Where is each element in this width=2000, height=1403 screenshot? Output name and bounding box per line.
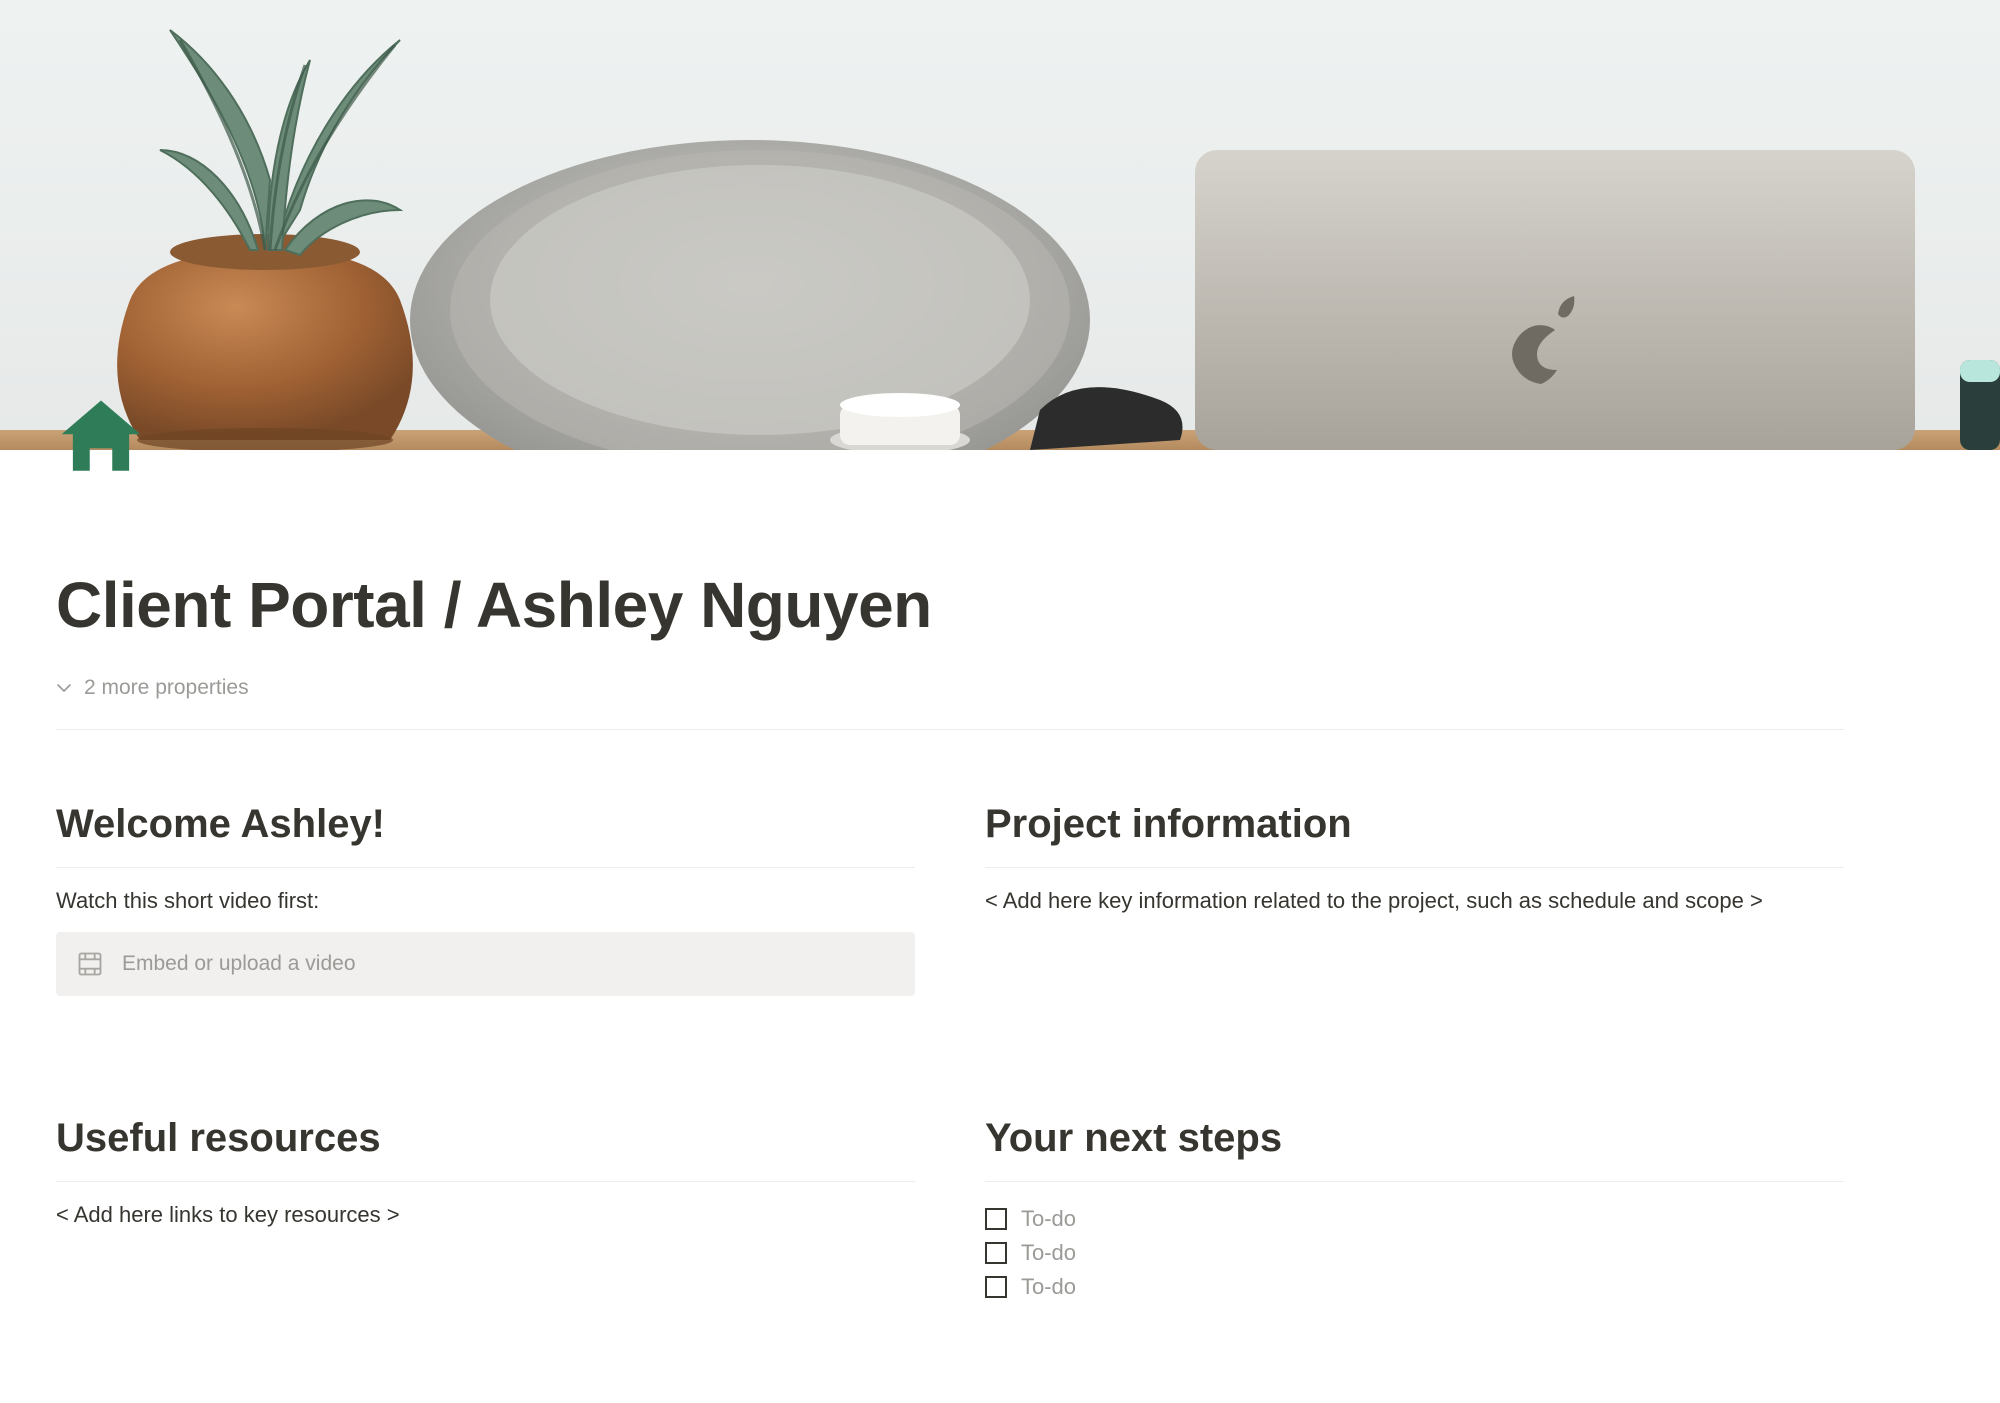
project-info-section: Project information < Add here key infor… — [985, 802, 1844, 996]
todo-label: To-do — [1021, 1274, 1076, 1300]
chevron-down-icon — [56, 680, 72, 696]
divider — [56, 729, 1844, 730]
todo-item[interactable]: To-do — [985, 1270, 1844, 1304]
cover-image — [0, 0, 2000, 450]
welcome-heading[interactable]: Welcome Ashley! — [56, 802, 915, 868]
project-info-heading[interactable]: Project information — [985, 802, 1844, 868]
film-icon — [76, 950, 104, 978]
next-steps-heading[interactable]: Your next steps — [985, 1116, 1844, 1182]
useful-resources-section: Useful resources < Add here links to key… — [56, 1116, 915, 1304]
more-properties-toggle[interactable]: 2 more properties — [56, 676, 249, 700]
house-icon — [56, 392, 146, 482]
welcome-section: Welcome Ashley! Watch this short video f… — [56, 802, 915, 996]
todo-list: To-do To-do To-do — [985, 1202, 1844, 1304]
video-embed-block[interactable]: Embed or upload a video — [56, 932, 915, 996]
todo-label: To-do — [1021, 1206, 1076, 1232]
project-info-body[interactable]: < Add here key information related to th… — [985, 888, 1844, 914]
checkbox[interactable] — [985, 1208, 1007, 1230]
useful-resources-body[interactable]: < Add here links to key resources > — [56, 1202, 915, 1228]
useful-resources-heading[interactable]: Useful resources — [56, 1116, 915, 1182]
checkbox[interactable] — [985, 1242, 1007, 1264]
next-steps-section: Your next steps To-do To-do To-do — [985, 1116, 1844, 1304]
page-title[interactable]: Client Portal / Ashley Nguyen — [56, 568, 1844, 642]
welcome-intro[interactable]: Watch this short video first: — [56, 888, 915, 914]
page-icon[interactable] — [56, 392, 146, 482]
video-placeholder-label: Embed or upload a video — [122, 952, 356, 976]
checkbox[interactable] — [985, 1276, 1007, 1298]
more-properties-label: 2 more properties — [84, 676, 249, 700]
todo-item[interactable]: To-do — [985, 1202, 1844, 1236]
todo-label: To-do — [1021, 1240, 1076, 1266]
todo-item[interactable]: To-do — [985, 1236, 1844, 1270]
